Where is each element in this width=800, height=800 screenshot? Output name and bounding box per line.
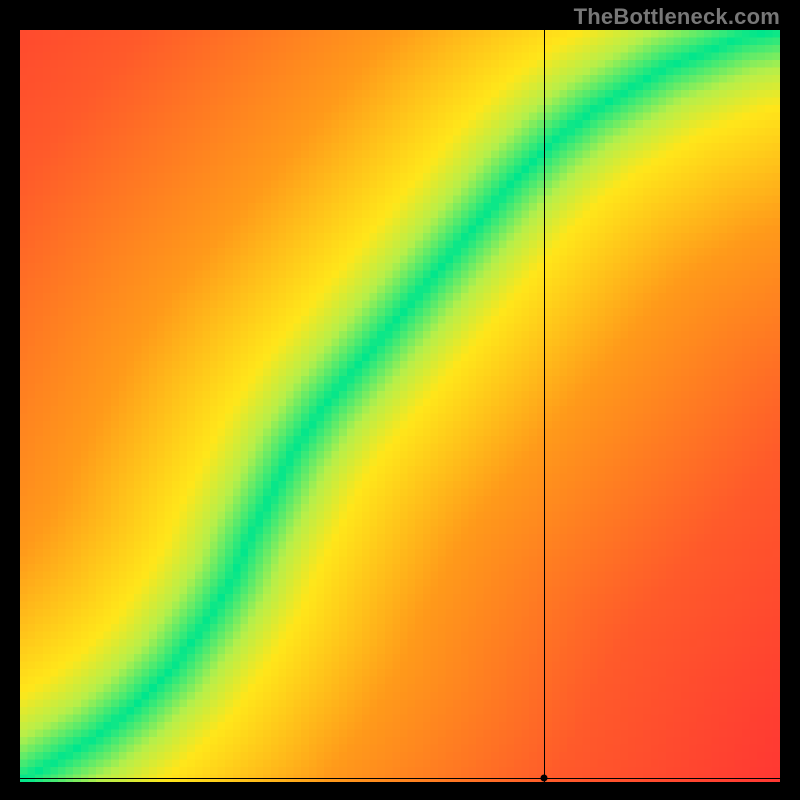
bottleneck-heatmap xyxy=(20,30,780,782)
chart-frame: TheBottleneck.com xyxy=(0,0,800,800)
crosshair-horizontal xyxy=(20,778,780,779)
crosshair-vertical xyxy=(544,30,545,782)
watermark-text: TheBottleneck.com xyxy=(574,4,780,30)
crosshair-marker-dot xyxy=(541,775,548,782)
